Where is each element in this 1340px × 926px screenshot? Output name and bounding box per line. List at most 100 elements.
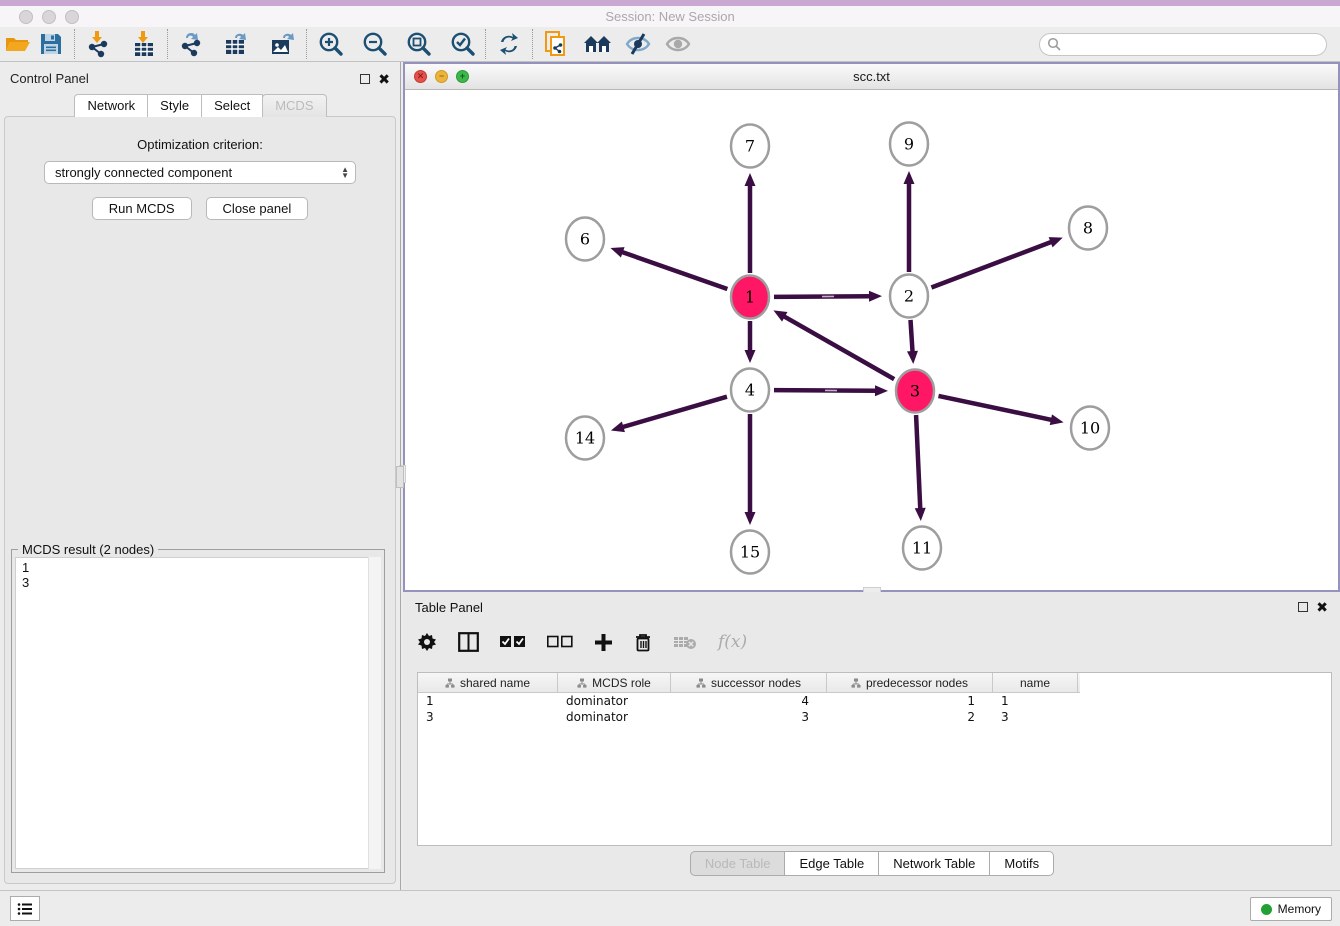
toolbar-separator <box>485 29 486 59</box>
zoom-selected-button[interactable] <box>445 29 479 59</box>
search-box[interactable] <box>1039 33 1327 56</box>
clone-network-button[interactable] <box>539 29 573 59</box>
save-session-button[interactable] <box>34 29 68 59</box>
edge-2-9[interactable] <box>904 171 915 272</box>
delete-trash-icon[interactable] <box>634 632 652 652</box>
export-network-button[interactable] <box>174 29 208 59</box>
edge-3-10[interactable] <box>938 396 1063 425</box>
titlebar: Session: New Session <box>0 6 1340 27</box>
table-cell[interactable]: dominator <box>558 693 671 709</box>
node-table: shared nameMCDS rolesuccessor nodesprede… <box>417 672 1332 846</box>
show-columns-icon[interactable] <box>458 632 479 652</box>
node-11[interactable]: 11 <box>903 527 941 570</box>
column-header-shared-name[interactable]: shared name <box>418 673 558 692</box>
tab-node-table[interactable]: Node Table <box>690 851 786 876</box>
node-2[interactable]: 2 <box>890 275 928 318</box>
mcds-result-text[interactable]: 1 3 <box>15 557 381 869</box>
table-cell[interactable]: 1 <box>827 693 993 709</box>
edge-4-3[interactable] <box>774 385 888 396</box>
column-header-MCDS-role[interactable]: MCDS role <box>558 673 671 692</box>
control-panel-title: Control Panel <box>10 71 89 86</box>
column-header-predecessor-nodes[interactable]: predecessor nodes <box>827 673 993 692</box>
import-network-button[interactable] <box>81 29 115 59</box>
edge-1-4[interactable] <box>745 321 756 363</box>
result-scrollbar[interactable] <box>368 557 381 869</box>
panel-divider-handle[interactable] <box>396 466 404 488</box>
tab-mcds[interactable]: MCDS <box>262 94 326 117</box>
network-window-titlebar[interactable]: ✕ − + scc.txt <box>405 64 1338 90</box>
create-column-plus-icon[interactable] <box>594 633 613 652</box>
node-9[interactable]: 9 <box>890 123 928 166</box>
edge-1-7[interactable] <box>745 173 756 273</box>
show-all-button[interactable] <box>661 29 695 59</box>
node-3[interactable]: 3 <box>896 370 934 413</box>
table-panel: Table Panel ✖ <box>403 592 1340 890</box>
tab-style[interactable]: Style <box>147 94 202 117</box>
column-header-successor-nodes[interactable]: successor nodes <box>671 673 827 692</box>
node-1[interactable]: 1 <box>731 276 769 319</box>
open-session-button[interactable] <box>0 29 34 59</box>
node-6[interactable]: 6 <box>566 218 604 261</box>
edge-1-2[interactable] <box>774 291 882 302</box>
table-cell[interactable]: 4 <box>671 693 827 709</box>
zoom-out-button[interactable] <box>357 29 391 59</box>
edge-4-14[interactable] <box>611 397 727 432</box>
tab-select[interactable]: Select <box>201 94 263 117</box>
node-15[interactable]: 15 <box>731 531 769 574</box>
edge-2-3[interactable] <box>907 320 918 364</box>
run-mcds-button[interactable]: Run MCDS <box>92 197 192 220</box>
edge-2-8[interactable] <box>931 237 1062 287</box>
memory-button[interactable]: Memory <box>1250 897 1332 921</box>
edge-3-1[interactable] <box>773 310 894 379</box>
node-8[interactable]: 8 <box>1069 207 1107 250</box>
mcds-panel: Optimization criterion: strongly connect… <box>4 116 396 884</box>
table-cell[interactable]: 1 <box>418 693 558 709</box>
table-cell[interactable]: 3 <box>418 709 558 725</box>
zoom-in-button[interactable] <box>313 29 347 59</box>
network-canvas[interactable]: 7 9 6 8 1 2 4 3 14 10 15 11 <box>405 90 1338 590</box>
table-cell[interactable]: 2 <box>827 709 993 725</box>
tab-edge-table[interactable]: Edge Table <box>784 851 879 876</box>
task-history-button[interactable] <box>10 896 40 921</box>
memory-label: Memory <box>1278 902 1321 916</box>
float-table-panel-icon[interactable] <box>1298 602 1308 612</box>
node-label: 7 <box>745 137 755 156</box>
float-panel-icon[interactable] <box>360 74 370 84</box>
table-cell[interactable]: 1 <box>993 693 1078 709</box>
node-14[interactable]: 14 <box>566 417 604 460</box>
table-cell[interactable]: 3 <box>671 709 827 725</box>
column-header-name[interactable]: name <box>993 673 1078 692</box>
zoom-fit-button[interactable] <box>401 29 435 59</box>
close-panel-button[interactable]: Close panel <box>206 197 309 220</box>
tab-network-table[interactable]: Network Table <box>878 851 990 876</box>
tab-motifs[interactable]: Motifs <box>989 851 1054 876</box>
export-image-button[interactable] <box>266 29 300 59</box>
edge-1-6[interactable] <box>610 247 727 289</box>
hide-selected-button[interactable] <box>621 29 655 59</box>
table-row[interactable]: 1dominator411 <box>418 693 1331 709</box>
table-cell[interactable]: 3 <box>993 709 1078 725</box>
status-bar: Memory <box>0 890 1340 926</box>
node-4[interactable]: 4 <box>731 369 769 412</box>
table-cell[interactable]: dominator <box>558 709 671 725</box>
table-settings-gear-icon[interactable] <box>417 632 437 652</box>
first-neighbors-button[interactable] <box>581 29 615 59</box>
refresh-button[interactable] <box>492 29 526 59</box>
import-table-button[interactable] <box>127 29 161 59</box>
edge-4-15[interactable] <box>745 414 756 525</box>
table-row[interactable]: 3dominator323 <box>418 709 1331 725</box>
close-table-panel-icon[interactable]: ✖ <box>1316 602 1328 612</box>
select-all-columns-icon[interactable] <box>500 635 526 649</box>
unselect-all-columns-icon[interactable] <box>547 635 573 649</box>
criterion-dropdown[interactable]: strongly connected component ▲▼ <box>44 161 356 184</box>
tab-network[interactable]: Network <box>74 94 148 117</box>
network-graph[interactable]: 7 9 6 8 1 2 4 3 14 10 15 11 <box>405 90 1338 590</box>
search-input[interactable] <box>1065 37 1326 51</box>
node-10[interactable]: 10 <box>1071 407 1109 450</box>
node-7[interactable]: 7 <box>731 125 769 168</box>
toolbar-separator <box>306 29 307 59</box>
node-label: 2 <box>904 287 914 306</box>
edge-3-11[interactable] <box>915 415 926 521</box>
export-table-button[interactable] <box>220 29 254 59</box>
close-panel-icon[interactable]: ✖ <box>378 74 390 84</box>
